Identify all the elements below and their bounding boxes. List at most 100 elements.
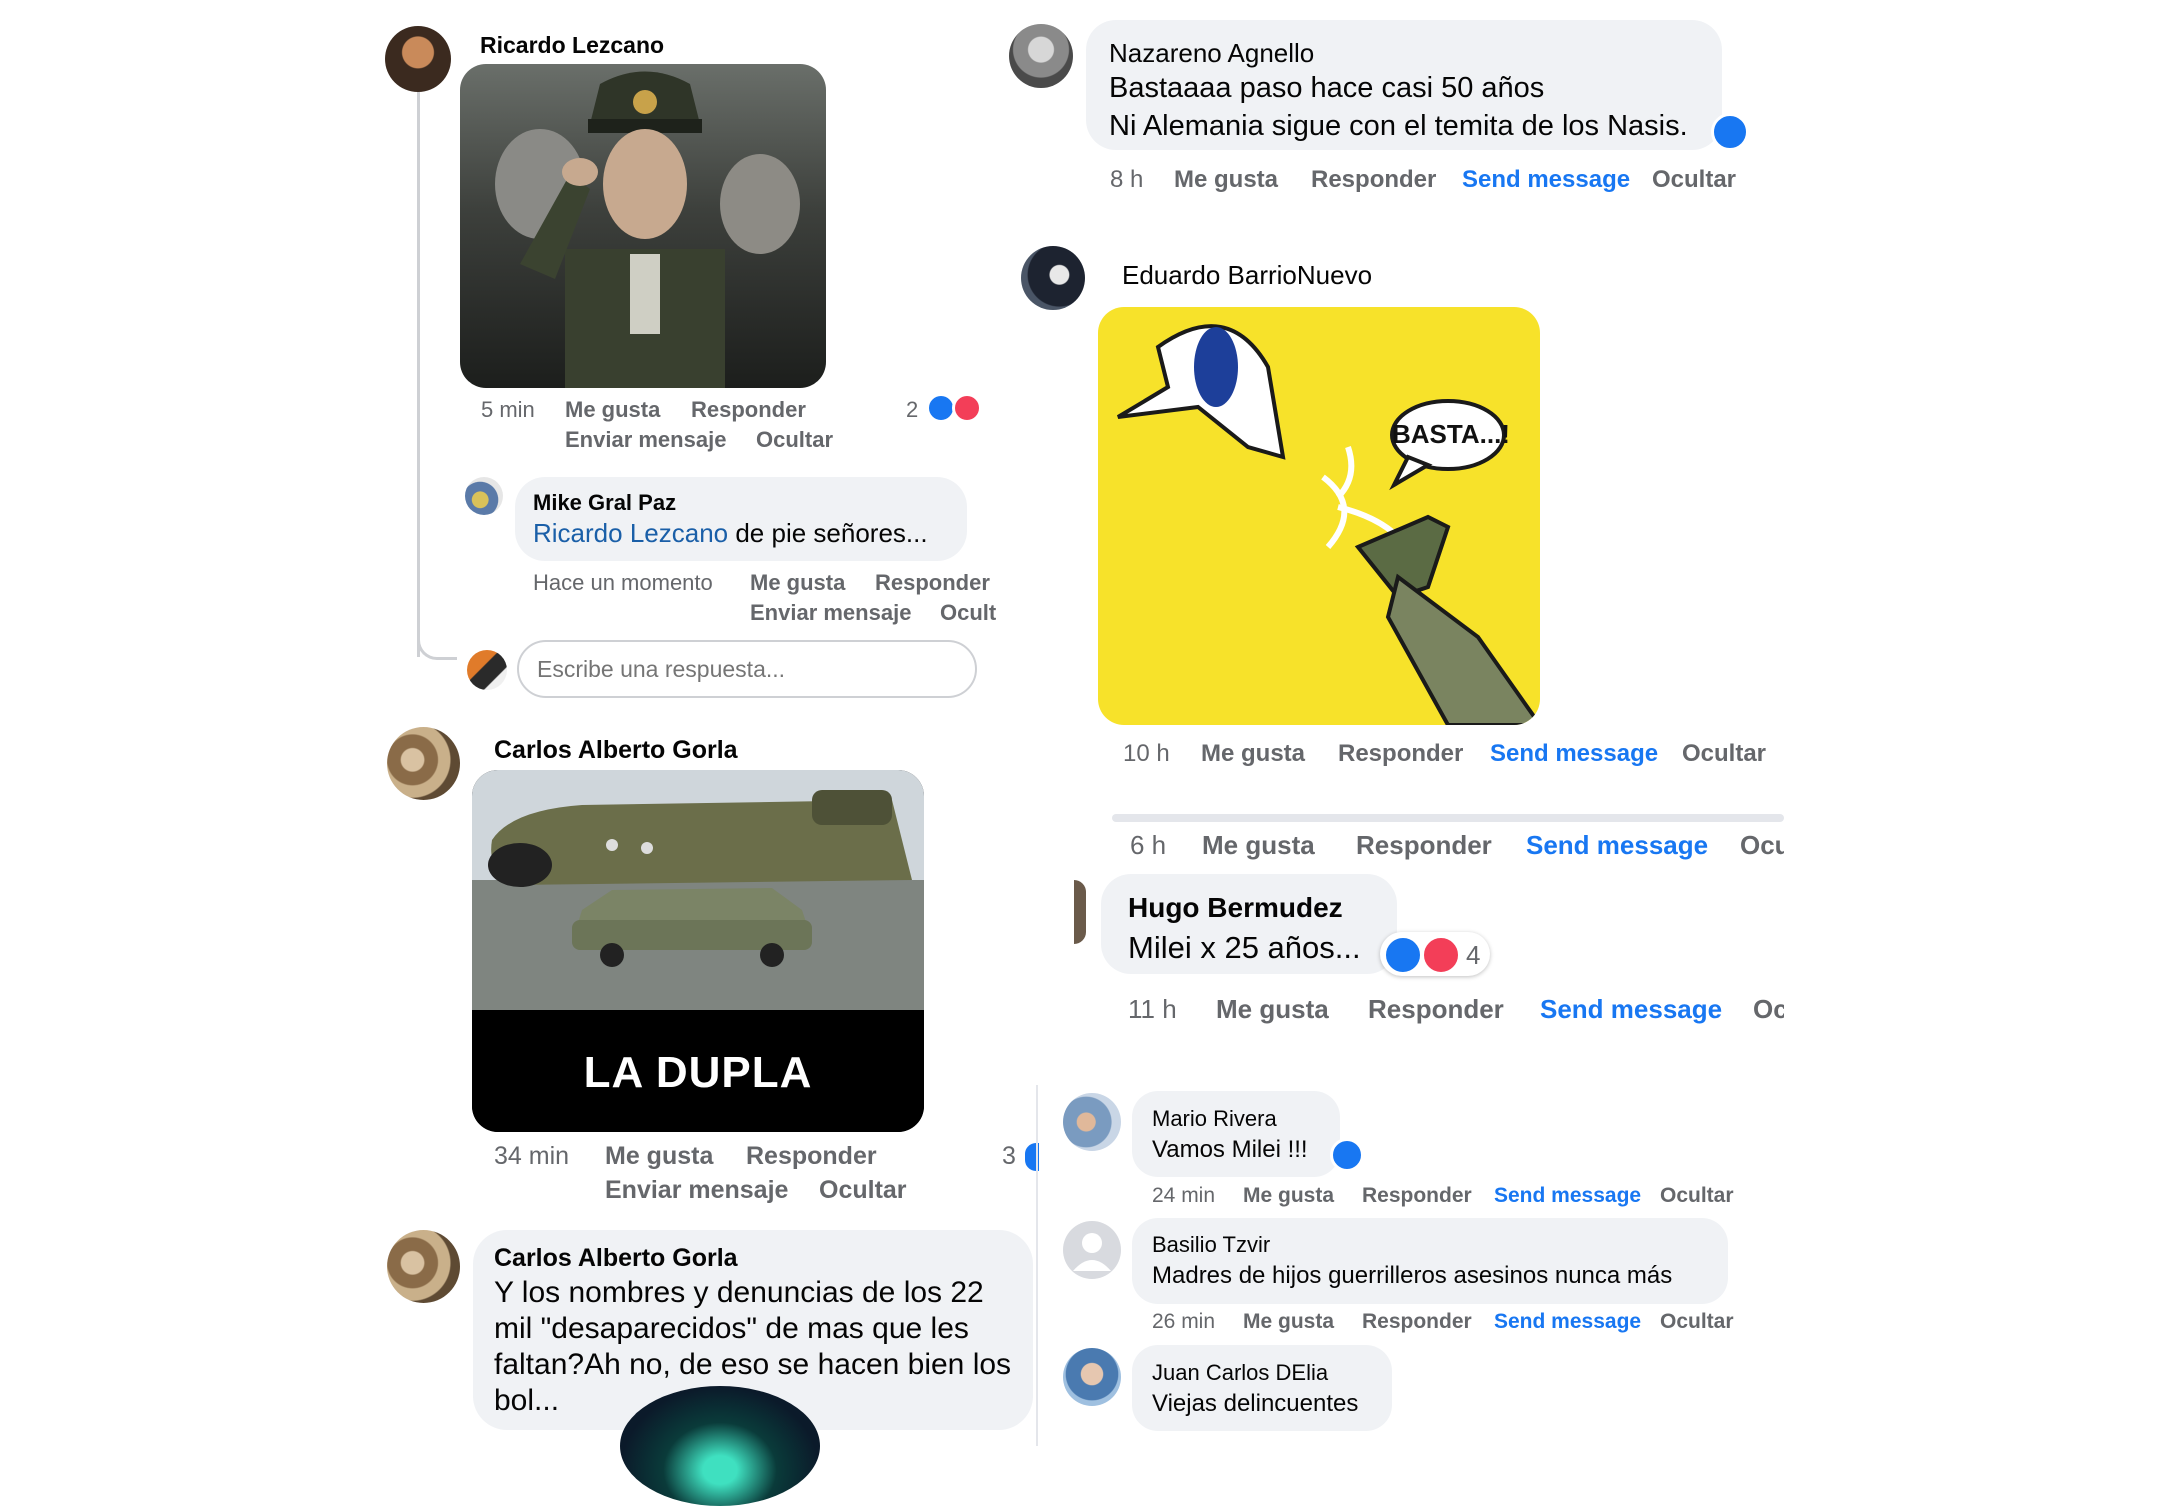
avatar[interactable] xyxy=(385,26,451,92)
hide-button[interactable]: Ocu xyxy=(1740,830,1784,861)
send-message-button[interactable]: Send message xyxy=(1540,994,1722,1025)
column-divider xyxy=(1036,1085,1038,1446)
hide-button[interactable]: Ocultar xyxy=(819,1176,907,1205)
reaction-count[interactable]: 3 xyxy=(1002,1142,1016,1171)
reply-button[interactable]: Responder xyxy=(1362,1310,1472,1334)
send-message-button[interactable]: Send message xyxy=(1462,166,1630,194)
reply-button[interactable]: Responder xyxy=(691,397,806,423)
love-reaction-icon xyxy=(952,393,982,423)
comment-image[interactable] xyxy=(460,64,826,388)
comment-text: Vamos Milei !!! xyxy=(1152,1136,1308,1163)
comment-author[interactable]: Ricardo Lezcano xyxy=(480,32,664,59)
comment-author[interactable]: Carlos Alberto Gorla xyxy=(494,736,738,765)
reply-button[interactable]: Responder xyxy=(1356,830,1492,861)
hide-button[interactable]: Ocultar xyxy=(1660,1310,1734,1334)
comment-time: Hace un momento xyxy=(533,570,713,595)
comment-author[interactable]: Carlos Alberto Gorla xyxy=(494,1244,738,1273)
comment-author[interactable]: Mike Gral Paz xyxy=(533,490,676,516)
like-button[interactable]: Me gusta xyxy=(565,397,660,423)
default-user-icon xyxy=(1073,1233,1111,1271)
comment-time: 24 min xyxy=(1152,1184,1216,1207)
comment-text-line: Bastaaaa paso hace casi 50 años xyxy=(1109,72,1545,104)
comment-author[interactable]: Nazareno Agnello xyxy=(1109,38,1314,69)
reaction-count[interactable]: 2 xyxy=(906,397,918,423)
comment-bubble xyxy=(1132,1091,1340,1177)
send-message-button[interactable]: Send message xyxy=(1490,740,1658,768)
avatar[interactable] xyxy=(1063,1093,1121,1151)
avatar[interactable] xyxy=(1074,880,1086,944)
like-reaction-icon xyxy=(1383,935,1423,975)
like-button[interactable]: Me gusta xyxy=(605,1142,713,1171)
like-button[interactable]: Me gusta xyxy=(1201,740,1305,768)
hide-button[interactable]: Ocultar xyxy=(756,427,833,453)
comment-author[interactable]: Mario Rivera xyxy=(1152,1106,1277,1132)
comment-author[interactable]: Basilio Tzvir xyxy=(1152,1232,1270,1258)
comment-time: 6 h xyxy=(1130,830,1167,860)
avatar[interactable] xyxy=(387,727,460,800)
reply-input[interactable] xyxy=(517,640,977,698)
comment-text: Ricardo Lezcano de pie señores... xyxy=(533,518,928,549)
comment-author[interactable]: Eduardo BarrioNuevo xyxy=(1122,260,1372,291)
send-message-button[interactable]: Send message xyxy=(1526,830,1708,861)
floating-assistant-orb[interactable] xyxy=(620,1386,820,1506)
love-reaction-icon xyxy=(1421,935,1461,975)
like-button[interactable]: Me gusta xyxy=(750,570,845,596)
comment-text-line: Ni Alemania sigue con el temita de los N… xyxy=(1109,110,1688,142)
hide-button[interactable]: Oc xyxy=(1753,994,1784,1025)
meme-illustration xyxy=(1116,324,1540,725)
thread-line xyxy=(417,92,420,657)
comment-image[interactable]: LA DUPLA PERFECTA xyxy=(472,770,924,1132)
reaction-count: 4 xyxy=(1466,940,1481,970)
hide-button[interactable]: Ocultar xyxy=(1660,1184,1734,1208)
comment-author[interactable]: Hugo Bermudez xyxy=(1128,892,1343,924)
reply-button[interactable]: Responder xyxy=(746,1142,877,1171)
comment-text-body: de pie señores... xyxy=(728,518,928,548)
general-photo-illustration xyxy=(495,71,800,388)
comment-bubble xyxy=(1132,1345,1392,1431)
comment-author[interactable]: Juan Carlos DElia xyxy=(1152,1360,1328,1386)
send-message-button[interactable]: Enviar mensaje xyxy=(565,427,726,453)
like-button[interactable]: Me gusta xyxy=(1243,1184,1334,1208)
like-button[interactable]: Me gusta xyxy=(1243,1310,1334,1334)
comment-bubble xyxy=(1132,1218,1728,1304)
avatar[interactable] xyxy=(1063,1348,1121,1406)
comment-text-line: faltan?Ah no, de eso se hacen bien los xyxy=(494,1348,1012,1381)
hide-button[interactable]: Ocult xyxy=(940,600,996,626)
comment-text: Madres de hijos guerrilleros asesinos nu… xyxy=(1152,1262,1673,1289)
avatar[interactable] xyxy=(465,477,503,515)
send-message-button[interactable]: Enviar mensaje xyxy=(605,1176,788,1205)
like-button[interactable]: Me gusta xyxy=(1202,830,1315,861)
mention-link[interactable]: Ricardo Lezcano xyxy=(533,518,728,548)
hide-button[interactable]: Ocultar xyxy=(1682,740,1766,768)
reply-button[interactable]: Responder xyxy=(1368,994,1504,1025)
avatar[interactable] xyxy=(387,1230,460,1303)
comment-time: 11 h xyxy=(1128,994,1177,1024)
avatar[interactable] xyxy=(1009,24,1073,88)
current-user-avatar xyxy=(467,650,507,690)
avatar[interactable] xyxy=(1021,246,1085,310)
like-reaction-icon xyxy=(1711,113,1749,151)
comment-time: 8 h xyxy=(1110,166,1144,193)
like-button[interactable]: Me gusta xyxy=(1174,166,1278,194)
send-message-button[interactable]: Send message xyxy=(1494,1310,1641,1334)
comment-time: 26 min xyxy=(1152,1310,1216,1333)
comment-text: Milei x 25 años... xyxy=(1128,930,1361,965)
thread-line-curve xyxy=(417,640,457,660)
like-button[interactable]: Me gusta xyxy=(1216,994,1329,1025)
reply-button[interactable]: Responder xyxy=(1311,166,1436,194)
like-reaction-icon xyxy=(1330,1138,1364,1172)
send-message-button[interactable]: Send message xyxy=(1494,1184,1641,1208)
comment-time: 5 min xyxy=(481,397,535,422)
speech-bubble-text: BASTA...! xyxy=(1392,419,1510,449)
comment-text-line: bol... xyxy=(494,1384,560,1417)
comment-image[interactable]: BASTA...! xyxy=(1098,307,1540,725)
avatar[interactable] xyxy=(1063,1221,1121,1279)
reply-button[interactable]: Responder xyxy=(1362,1184,1472,1208)
reply-button[interactable]: Responder xyxy=(875,570,990,596)
comment-text-line: Y los nombres y denuncias de los 22 xyxy=(494,1276,984,1309)
reply-button[interactable]: Responder xyxy=(1338,740,1463,768)
send-message-button[interactable]: Enviar mensaje xyxy=(750,600,911,626)
comment-text: Viejas delincuentes xyxy=(1152,1390,1359,1417)
hide-button[interactable]: Ocultar xyxy=(1652,166,1736,194)
screenshot-seam xyxy=(1112,814,1784,822)
